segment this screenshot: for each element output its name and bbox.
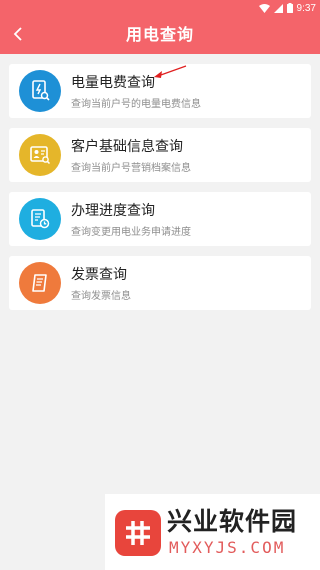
invoice-scroll-icon bbox=[19, 262, 61, 304]
watermark: 兴业软件园 MYXYJS.COM bbox=[105, 494, 320, 570]
menu-item-subtitle: 查询当前户号的电量电费信息 bbox=[71, 99, 201, 110]
menu-item-title: 发票查询 bbox=[71, 267, 127, 283]
menu-item-customer-info-query[interactable]: 客户基础信息查询 查询当前户号营销档案信息 bbox=[9, 128, 311, 182]
signal-icon bbox=[273, 3, 283, 13]
progress-clock-icon bbox=[19, 198, 61, 240]
menu-item-title: 办理进度查询 bbox=[71, 203, 155, 219]
watermark-name: 兴业软件园 bbox=[167, 507, 298, 536]
back-button[interactable] bbox=[6, 20, 30, 48]
menu-item-subtitle: 查询当前户号营销档案信息 bbox=[71, 163, 191, 174]
menu-item-subtitle: 查询发票信息 bbox=[71, 291, 131, 302]
menu-item-title: 电量电费查询 bbox=[71, 75, 155, 91]
menu-item-title: 客户基础信息查询 bbox=[71, 139, 183, 155]
profile-card-icon bbox=[19, 134, 61, 176]
chevron-left-icon bbox=[13, 27, 22, 41]
battery-icon bbox=[286, 3, 293, 13]
status-bar: 9:37 bbox=[0, 0, 320, 16]
bill-document-icon bbox=[19, 70, 61, 112]
site-logo-icon bbox=[115, 510, 161, 556]
menu-item-subtitle: 查询变更用电业务申请进度 bbox=[71, 227, 191, 238]
wifi-icon bbox=[258, 3, 270, 13]
watermark-url: MYXYJS.COM bbox=[169, 538, 286, 557]
menu-item-invoice-query[interactable]: 发票查询 查询发票信息 bbox=[9, 256, 311, 310]
status-time: 9:37 bbox=[296, 2, 316, 14]
query-menu-list: 电量电费查询 查询当前户号的电量电费信息 客户基础信息查询 查询当前户号营销档案… bbox=[9, 64, 311, 320]
page-title: 用电查询 bbox=[125, 25, 194, 44]
menu-item-progress-query[interactable]: 办理进度查询 查询变更用电业务申请进度 bbox=[9, 192, 311, 246]
annotation-arrow-icon bbox=[154, 65, 187, 78]
app-bar: 用电查询 bbox=[0, 16, 320, 54]
